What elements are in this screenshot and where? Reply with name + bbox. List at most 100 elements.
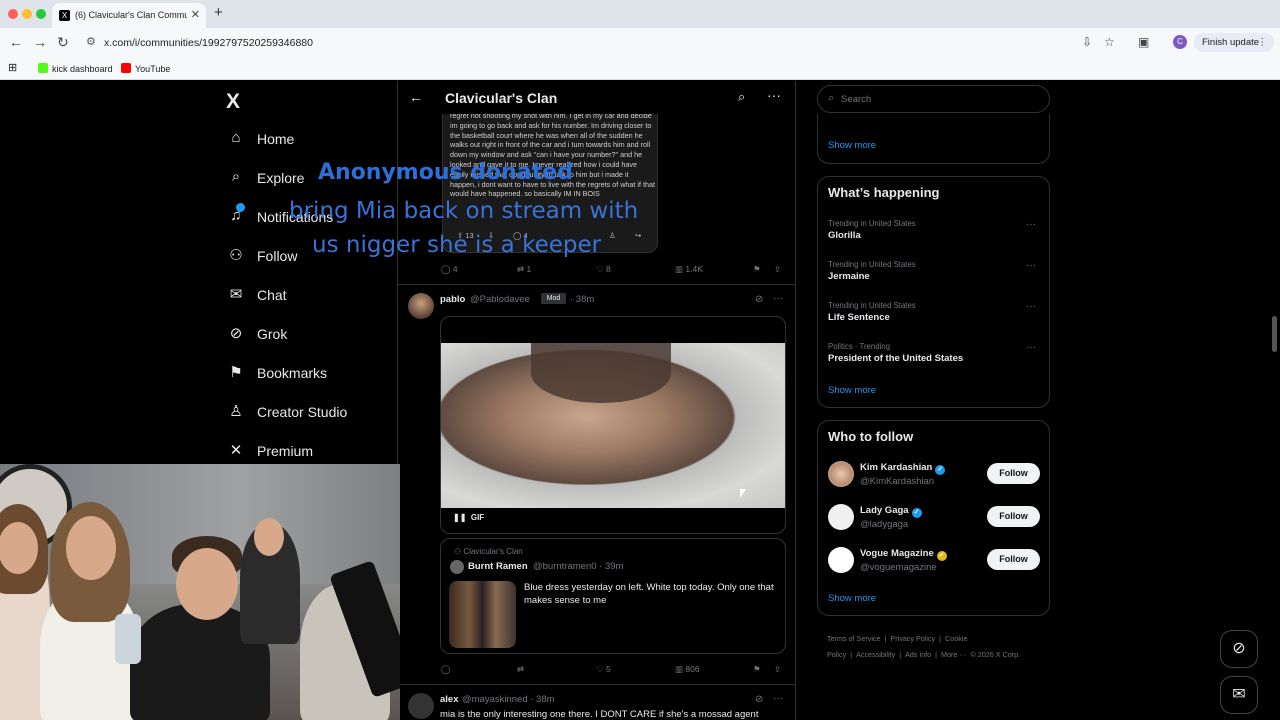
bookmark-star-icon[interactable]: ☆ [1104, 35, 1115, 49]
follow-button[interactable]: Follow [987, 549, 1040, 570]
close-window-button[interactable] [8, 9, 18, 19]
profile-avatar[interactable]: C [1173, 35, 1187, 49]
more-options-icon[interactable]: ··· [1026, 301, 1036, 312]
avatar[interactable] [408, 693, 434, 719]
more-options-icon[interactable]: ··· [1026, 219, 1036, 230]
address-bar[interactable]: ⚙ x.com/i/communities/199279752025934688… [80, 31, 1098, 55]
avatar [450, 560, 464, 574]
bookmark-icon[interactable]: ⚑ [753, 264, 761, 275]
trend-name[interactable]: Glorilla [828, 230, 861, 241]
reply-button[interactable]: ◯ 4 [441, 264, 458, 275]
x-logo-icon[interactable]: X [226, 90, 240, 114]
side-panel-icon[interactable]: ▣ [1138, 35, 1149, 49]
scrollbar[interactable] [1272, 316, 1277, 352]
home-icon: ⌂ [231, 129, 241, 146]
footer-link[interactable]: Privacy Policy [890, 634, 935, 643]
pause-icon[interactable]: ❚❚ [453, 513, 466, 522]
post-author-handle[interactable]: @Pablodavee [470, 294, 530, 305]
bookmark-icon[interactable]: ⚑ [753, 664, 761, 675]
repost-button[interactable]: ⇄ 1 [517, 264, 531, 275]
footer-link[interactable]: More ··· [941, 650, 967, 659]
trend-name[interactable]: President of the United States [828, 353, 963, 364]
search-icon[interactable]: ⌕ [738, 89, 745, 105]
repost-button[interactable]: ⇄ [517, 664, 524, 675]
browser-tab[interactable]: X (6) Clavicular's Clan Commu ✕ [52, 3, 206, 28]
more-options-icon[interactable]: ··· [1026, 260, 1036, 271]
post-time[interactable]: · 38m [570, 294, 594, 305]
show-more-link[interactable]: Show more [828, 140, 876, 151]
footer-link[interactable]: © 2026 X Corp. [971, 650, 1021, 659]
maximize-window-button[interactable] [36, 9, 46, 19]
account-handle[interactable]: @voguemagazine [860, 562, 937, 573]
post-author-handle[interactable]: @mayaskinned · 38m [462, 694, 555, 705]
grok-icon[interactable]: ⊘ [755, 294, 763, 305]
trend-name[interactable]: Jermaine [828, 271, 870, 282]
site-info-icon[interactable]: ⚙ [86, 35, 96, 48]
search-input[interactable]: ⌕ Search [817, 85, 1050, 113]
views-button[interactable]: ▥ 806 [675, 664, 700, 675]
footer-link[interactable]: Accessibility [856, 650, 895, 659]
account-name[interactable]: Vogue Magazine ✓ [860, 548, 947, 561]
account-name-text: Lady Gaga [860, 505, 909, 516]
gif-media[interactable]: ❚❚ GIF [440, 316, 786, 534]
back-arrow-icon[interactable]: ← [409, 89, 423, 105]
share-icon[interactable]: ⇪ [774, 664, 781, 675]
bookmark-youtube[interactable]: YouTube [121, 63, 170, 74]
trend-name[interactable]: Life Sentence [828, 312, 890, 323]
show-more-link[interactable]: Show more [828, 593, 876, 604]
forward-arrow-icon[interactable]: → [33, 34, 47, 50]
follow-button[interactable]: Follow [987, 463, 1040, 484]
footer-link[interactable]: Ads info [905, 650, 931, 659]
post-author-name[interactable]: pablo [440, 294, 465, 305]
post-author-name[interactable]: alex [440, 694, 459, 705]
sidebar-item-label: Grok [257, 326, 288, 342]
apps-grid-icon[interactable]: ⊞ [8, 61, 17, 74]
back-arrow-icon[interactable]: ← [9, 34, 23, 50]
account-name[interactable]: Kim Kardashian ✓ [860, 462, 946, 475]
url-text: x.com/i/communities/1992797520259346880 [104, 37, 313, 49]
avatar[interactable] [828, 461, 854, 487]
reply-button[interactable]: ◯ [441, 664, 451, 675]
bookmark-kick-dashboard[interactable]: kick dashboard [38, 63, 113, 74]
grok-icon[interactable]: ⊘ [1220, 630, 1258, 668]
bookmark-label: kick dashboard [52, 64, 113, 74]
views-button[interactable]: ▥ 1.4K [675, 264, 703, 275]
avatar[interactable] [828, 504, 854, 530]
new-tab-button[interactable]: + [214, 4, 223, 21]
show-more-link[interactable]: Show more [828, 385, 876, 396]
community-name: Clavicular's Clan [463, 547, 523, 556]
webcam-overlay [0, 464, 400, 720]
verified-badge-icon: ✓ [935, 465, 946, 475]
close-tab-icon[interactable]: ✕ [191, 8, 200, 21]
kebab-menu-icon[interactable]: ⋮ [1258, 33, 1268, 52]
finish-update-button[interactable]: Finish update ⋮ [1194, 33, 1274, 52]
x-favicon-icon: X [59, 10, 70, 21]
more-options-icon[interactable]: ··· [767, 87, 781, 103]
account-handle[interactable]: @ladygaga [860, 519, 908, 530]
footer-link[interactable]: Terms of Service [827, 634, 881, 643]
footer-separator: | [939, 634, 942, 643]
more-options-icon[interactable]: ··· [773, 693, 783, 704]
quoted-text: Blue dress yesterday on left. White top … [524, 582, 774, 606]
search-icon: ⌕ [231, 168, 241, 185]
minimize-window-button[interactable] [22, 9, 32, 19]
more-options-icon[interactable]: ··· [1026, 342, 1036, 353]
avatar[interactable] [828, 547, 854, 573]
follow-button[interactable]: Follow [987, 506, 1040, 527]
account-name[interactable]: Lady Gaga ✓ [860, 505, 922, 518]
footer-separator: | [935, 650, 937, 659]
grok-icon[interactable]: ⊘ [755, 694, 763, 705]
messages-icon[interactable]: ✉ [1220, 676, 1258, 714]
like-button[interactable]: ♡ 5 [596, 664, 611, 675]
sidebar-item-label: Home [257, 131, 295, 147]
account-handle[interactable]: @KimKardashian [860, 476, 934, 487]
like-button[interactable]: ♡ 8 [596, 264, 611, 275]
quoted-post[interactable]: ⚇ Clavicular's Clan Burnt Ramen @burntra… [440, 538, 786, 654]
more-options-icon[interactable]: ··· [773, 293, 783, 304]
mail-icon: ✉ [229, 286, 243, 303]
install-app-icon[interactable]: ⇩ [1082, 35, 1092, 49]
mouse-cursor [740, 489, 746, 498]
reload-icon[interactable]: ↻ [57, 34, 69, 51]
share-icon[interactable]: ⇪ [774, 264, 781, 275]
avatar[interactable] [408, 293, 434, 319]
